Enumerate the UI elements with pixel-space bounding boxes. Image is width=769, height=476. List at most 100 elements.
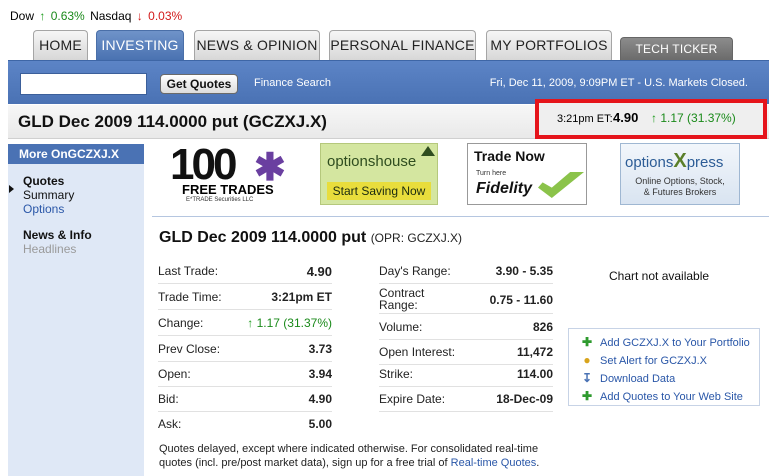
up-arrow-icon: ↑: [247, 316, 254, 330]
row-label: Ask:: [158, 417, 182, 431]
fidelity-brand: Fidelity: [476, 180, 533, 197]
tab-investing[interactable]: INVESTING: [96, 30, 184, 60]
row-label: Prev Close:: [158, 342, 221, 356]
open-interest-value: 11,472: [516, 345, 553, 359]
highlighted-quote-box: 3:21pm ET: 4.90 ↑ 1.17 (31.37%): [535, 99, 767, 139]
optionsxpress-ad[interactable]: optionsXpress Online Options, Stock, & F…: [620, 143, 740, 205]
get-quotes-button[interactable]: Get Quotes: [160, 74, 238, 94]
row-label: Open Interest:: [379, 345, 456, 359]
dow-change: 0.63%: [50, 9, 85, 23]
up-arrow-icon: ↑: [39, 9, 46, 23]
optionshouse-brand: optionshouse: [327, 153, 417, 170]
quote-price: 4.90: [613, 110, 639, 125]
main-nav-tabs: HOME INVESTING NEWS & OPINION PERSONAL F…: [33, 30, 769, 60]
real-time-quotes-link[interactable]: Real-time Quotes: [451, 457, 537, 469]
optionshouse-cta: Start Saving Now: [327, 182, 431, 200]
table-row: Trade Time: 3:21pm ET: [158, 286, 332, 310]
sidebar-item-headlines[interactable]: Headlines: [23, 242, 92, 256]
link-label: Set Alert for GCZXJ.X: [600, 355, 707, 367]
chart-unavailable-message: Chart not available: [609, 269, 710, 283]
optionsxpress-line1: Online Options, Stock,: [635, 176, 725, 186]
fidelity-ad[interactable]: Trade Now Turn here Fidelity: [467, 143, 587, 205]
optionsxpress-brand-x: X: [673, 150, 687, 172]
bell-icon: ●: [583, 353, 591, 367]
market-ticker: Dow ↑ 0.63% Nasdaq ↓ 0.03%: [10, 9, 184, 23]
ad-banner-row: 100 ✱ FREE TRADES E*TRADE Securities LLC…: [158, 140, 758, 207]
table-row: Last Trade: 4.90: [158, 260, 332, 284]
etrade-ad[interactable]: 100 ✱ FREE TRADES E*TRADE Securities LLC: [168, 140, 292, 205]
quote-time: 3:21pm ET:: [557, 113, 613, 125]
sidebar-item-options[interactable]: Options: [23, 202, 74, 216]
optionsxpress-brand-part2: press: [686, 154, 724, 171]
prev-close-value: 3.73: [308, 342, 332, 356]
sidebar-section-quotes: Quotes Summary Options: [23, 174, 74, 216]
optionsxpress-line2: & Futures Brokers: [643, 187, 717, 197]
sidebar-header[interactable]: More OnGCZXJ.X: [8, 144, 144, 164]
ask-value: 5.00: [308, 417, 332, 431]
etrade-ad-headline: FREE TRADES: [182, 182, 274, 197]
detail-symbol: (OPR: GCZXJ.X): [370, 231, 463, 245]
volume-value: 826: [532, 320, 553, 334]
fidelity-ad-subtext: Turn here: [476, 170, 507, 177]
contract-range-value: 0.75 - 11.60: [489, 293, 553, 307]
download-data-link[interactable]: ↧ Download Data: [581, 371, 675, 387]
table-row: Volume: 826: [379, 316, 553, 340]
row-label: Change:: [158, 316, 204, 330]
tab-home[interactable]: HOME: [33, 30, 88, 60]
trade-time-value: 3:21pm ET: [271, 290, 332, 304]
finance-search-link[interactable]: Finance Search: [254, 77, 331, 89]
row-label: Volume:: [379, 320, 423, 334]
download-icon: ↧: [581, 371, 593, 385]
footer-end: .: [536, 457, 540, 469]
tab-personal-finance[interactable]: PERSONAL FINANCE: [329, 30, 476, 60]
change-value-text: 1.17 (31.37%): [256, 316, 332, 330]
change-value: ↑ 1.17 (31.37%): [247, 316, 332, 330]
table-row: Ask: 5.00: [158, 413, 332, 437]
add-to-portfolio-link[interactable]: ✚ Add GCZXJ.X to Your Portfolio: [581, 335, 750, 351]
optionshouse-ad[interactable]: optionshouse Start Saving Now: [320, 143, 438, 205]
sidebar-quotes-heading[interactable]: Quotes: [23, 174, 74, 188]
last-trade-value: 4.90: [306, 264, 332, 279]
link-label: Add GCZXJ.X to Your Portfolio: [600, 337, 750, 349]
optionsxpress-brand: optionsXpress: [625, 150, 723, 173]
optionshouse-logo-icon: [421, 146, 435, 156]
search-bar: Get Quotes Finance Search Fri, Dec 11, 2…: [8, 60, 769, 104]
table-row: Prev Close: 3.73: [158, 338, 332, 362]
table-row: Day's Range: 3.90 - 5.35: [379, 260, 553, 284]
days-range-value: 3.90 - 5.35: [495, 264, 553, 278]
quote-detail-panel: GLD Dec 2009 114.0000 put (OPR: GCZXJ.X)…: [152, 216, 769, 476]
down-arrow-icon: ↓: [136, 9, 143, 23]
strike-value: 114.00: [516, 367, 553, 381]
tab-my-portfolios[interactable]: MY PORTFOLIOS: [486, 30, 612, 60]
sidebar: More OnGCZXJ.X Quotes Summary Options Ne…: [8, 144, 144, 476]
link-label: Download Data: [600, 373, 676, 385]
plus-icon: ✚: [581, 335, 593, 349]
open-value: 3.94: [308, 367, 332, 381]
table-row: Strike: 114.00: [379, 363, 553, 387]
quote-search-input[interactable]: [20, 73, 147, 95]
tab-tech-ticker[interactable]: TECH TICKER: [620, 37, 733, 60]
nasdaq-change: 0.03%: [148, 9, 183, 23]
page-title: GLD Dec 2009 114.0000 put (GCZXJ.X): [18, 112, 327, 131]
table-row: Open: 3.94: [158, 363, 332, 387]
add-quotes-website-link[interactable]: ✚ Add Quotes to Your Web Site: [581, 389, 743, 405]
plus-icon: ✚: [581, 389, 593, 403]
row-label: Open:: [158, 367, 191, 381]
etrade-ad-subtext: E*TRADE Securities LLC: [186, 197, 254, 203]
set-alert-link[interactable]: ● Set Alert for GCZXJ.X: [581, 353, 707, 369]
quotes-delayed-notice: Quotes delayed, except where indicated o…: [159, 442, 559, 470]
quote-change-value: 1.17 (31.37%): [660, 111, 736, 125]
row-label: Contract Range:: [379, 286, 425, 312]
detail-title: GLD Dec 2009 114.0000 put (OPR: GCZXJ.X): [159, 229, 462, 247]
detail-title-text: GLD Dec 2009 114.0000 put: [159, 229, 367, 246]
sidebar-item-summary[interactable]: Summary: [23, 188, 74, 202]
sidebar-section-news: News & Info Headlines: [23, 228, 92, 256]
sidebar-news-heading[interactable]: News & Info: [23, 228, 92, 242]
quote-title-bar: GLD Dec 2009 114.0000 put (GCZXJ.X) 3:21…: [8, 99, 769, 139]
tab-news-opinion[interactable]: NEWS & OPINION: [194, 30, 320, 60]
optionsxpress-brand-part1: options: [625, 154, 674, 171]
table-row: Expire Date: 18-Dec-09: [379, 388, 553, 412]
table-row: Bid: 4.90: [158, 388, 332, 412]
dow-label: Dow: [10, 9, 35, 23]
fidelity-ad-headline: Trade Now: [474, 148, 545, 164]
